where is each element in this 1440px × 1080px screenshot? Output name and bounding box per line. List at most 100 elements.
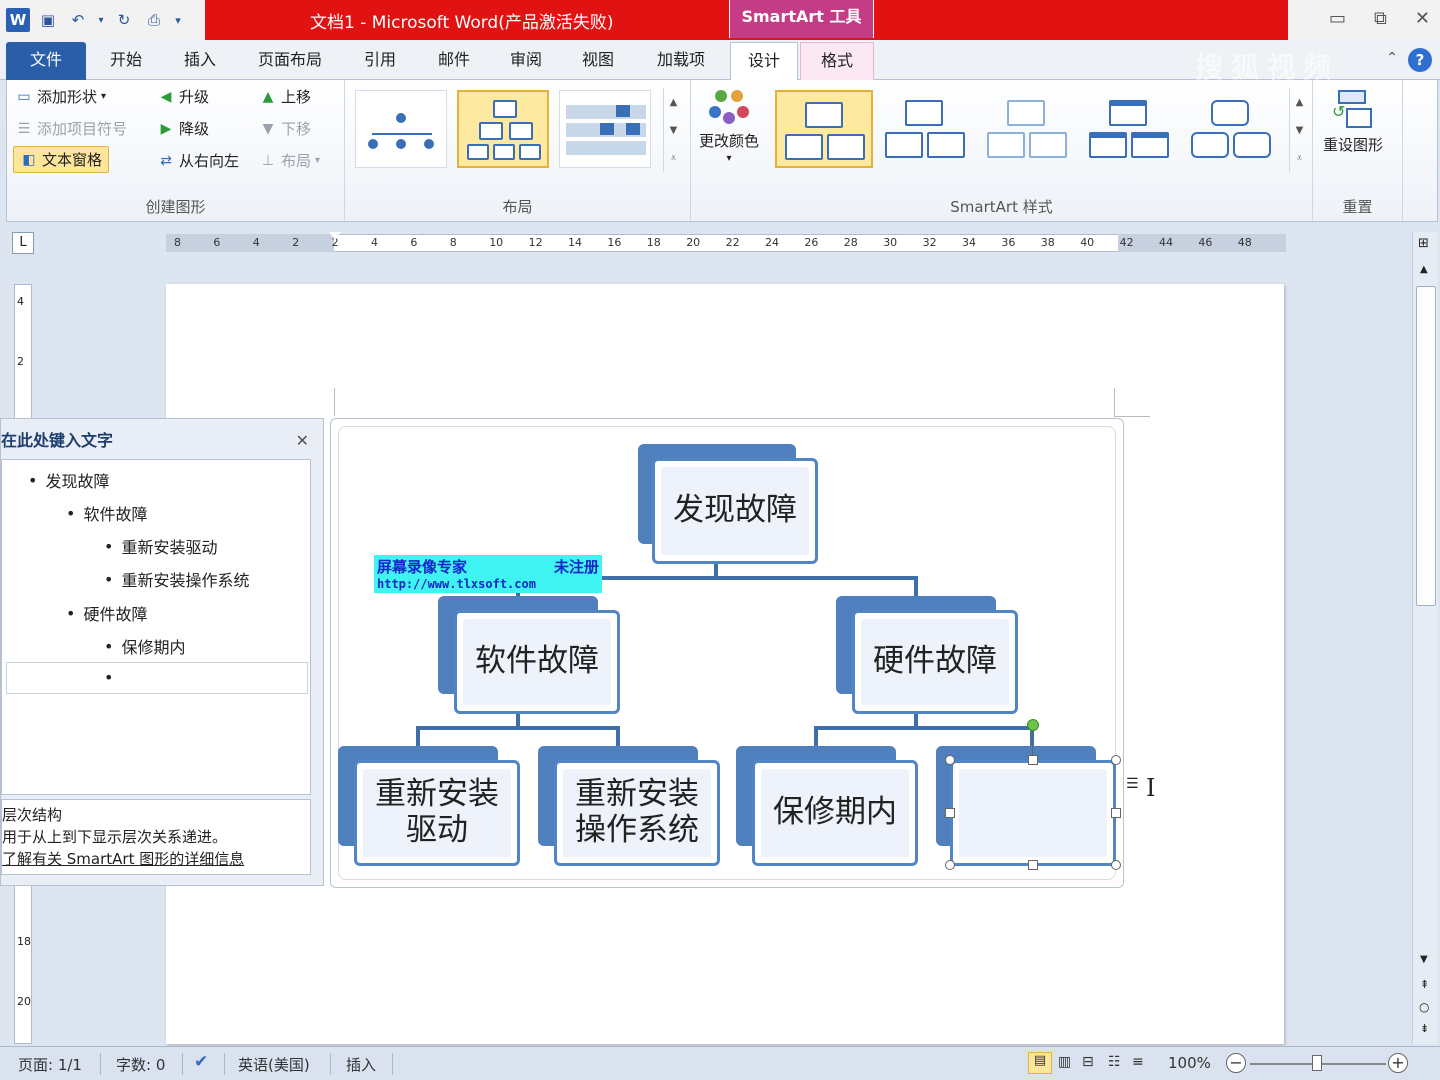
- next-page-icon[interactable]: ⇟: [1420, 1022, 1429, 1035]
- zoom-out-icon[interactable]: −: [1226, 1053, 1246, 1073]
- style-option-2[interactable]: [877, 90, 975, 168]
- minimize-icon[interactable]: ▭: [1329, 8, 1346, 29]
- indent-marker-icon[interactable]: [329, 232, 341, 256]
- undo-icon[interactable]: ↶: [66, 8, 90, 32]
- reading-view-icon[interactable]: ▥: [1058, 1054, 1071, 1070]
- draft-view-icon[interactable]: ≡: [1132, 1054, 1144, 1070]
- tab-mailings[interactable]: 邮件: [428, 42, 480, 80]
- proofing-check-icon[interactable]: ✔: [194, 1052, 208, 1072]
- node-reinstall-os[interactable]: 重新安装 操作系统: [554, 760, 720, 866]
- scroll-up-icon[interactable]: ▲: [670, 97, 678, 108]
- resize-handle-sw[interactable]: [945, 860, 955, 870]
- node-reinstall-driver[interactable]: 重新安装 驱动: [354, 760, 520, 866]
- move-up-button[interactable]: ▲ 上移: [259, 86, 311, 107]
- reset-graphic-button[interactable]: ↺ 重设图形: [1323, 88, 1383, 155]
- list-item-editing[interactable]: [104, 668, 113, 687]
- tab-format[interactable]: 格式: [800, 42, 874, 80]
- add-bullet-button[interactable]: ☰ 添加项目符号: [15, 118, 127, 139]
- add-shape-button[interactable]: ▭ 添加形状 ▾: [15, 86, 106, 107]
- customize-qat-icon[interactable]: ▾: [172, 8, 184, 32]
- tab-view[interactable]: 视图: [572, 42, 624, 80]
- outline-view-icon[interactable]: ☷: [1108, 1054, 1121, 1070]
- node-top[interactable]: 发现故障: [652, 458, 818, 564]
- insert-mode[interactable]: 插入: [346, 1054, 376, 1075]
- resize-handle-se[interactable]: [1111, 860, 1121, 870]
- restore-icon[interactable]: ⧉: [1374, 8, 1387, 29]
- help-icon[interactable]: ?: [1408, 48, 1432, 72]
- move-down-button[interactable]: ▼ 下移: [259, 118, 311, 139]
- layout-option-hierarchy-selected[interactable]: [457, 90, 549, 168]
- layout-option-labeled-hierarchy[interactable]: [559, 90, 651, 168]
- list-item[interactable]: 重新安装驱动: [104, 534, 217, 558]
- scroll-up-icon[interactable]: ▲: [1296, 97, 1304, 108]
- word-logo-icon[interactable]: W: [6, 8, 30, 32]
- resize-handle-nw[interactable]: [945, 755, 955, 765]
- tab-review[interactable]: 审阅: [500, 42, 552, 80]
- resize-handle-ne[interactable]: [1111, 755, 1121, 765]
- demote-button[interactable]: ▶ 降级: [157, 118, 209, 139]
- node-software[interactable]: 软件故障: [454, 610, 620, 714]
- scroll-up-icon[interactable]: ▲: [1420, 264, 1428, 275]
- minimize-ribbon-icon[interactable]: ⌃: [1386, 50, 1398, 66]
- zoom-level[interactable]: 100%: [1168, 1054, 1211, 1072]
- style-option-5[interactable]: [1183, 90, 1281, 168]
- save-icon[interactable]: ▣: [36, 8, 60, 32]
- resize-handle-e[interactable]: [1111, 808, 1121, 818]
- list-item[interactable]: 硬件故障: [66, 601, 147, 625]
- tab-references[interactable]: 引用: [354, 42, 406, 80]
- browse-object-icon[interactable]: ○: [1419, 1000, 1429, 1014]
- tab-selector[interactable]: L: [12, 232, 34, 254]
- styles-gallery-scroll[interactable]: ▲ ▼ ⩡: [1289, 88, 1309, 172]
- scroll-down-icon[interactable]: ▼: [1420, 954, 1428, 965]
- layouts-gallery-scroll[interactable]: ▲ ▼ ⩡: [663, 88, 683, 172]
- node-hardware[interactable]: 硬件故障: [852, 610, 1018, 714]
- print-preview-icon[interactable]: ⎙: [142, 8, 166, 32]
- page-count[interactable]: 页面: 1/1: [18, 1054, 82, 1075]
- zoom-slider-knob[interactable]: [1312, 1055, 1322, 1071]
- list-item[interactable]: 发现故障: [28, 468, 109, 492]
- layout-button[interactable]: ⊥ 布局 ▾: [259, 150, 320, 171]
- view-ruler-icon[interactable]: ⊞: [1418, 236, 1429, 251]
- right-to-left-button[interactable]: ⇄ 从右向左: [157, 150, 239, 171]
- tab-addins[interactable]: 加载项: [648, 42, 714, 80]
- close-icon[interactable]: ✕: [296, 431, 309, 450]
- layout-option-hierarchy-dots[interactable]: [355, 90, 447, 168]
- list-item[interactable]: 软件故障: [66, 501, 147, 525]
- learn-more-link[interactable]: 了解有关 SmartArt 图形的详细信息: [2, 848, 310, 870]
- scroll-thumb[interactable]: [1416, 286, 1436, 606]
- resize-handle-n[interactable]: [1028, 755, 1038, 765]
- layout-options-icon[interactable]: ☰: [1126, 776, 1139, 792]
- change-colors-button[interactable]: 更改颜色 ▾: [699, 88, 759, 164]
- resize-handle-w[interactable]: [945, 808, 955, 818]
- style-option-3[interactable]: [979, 90, 1077, 168]
- style-option-1[interactable]: [775, 90, 873, 168]
- tab-file[interactable]: 文件: [6, 42, 86, 80]
- style-option-4[interactable]: [1081, 90, 1179, 168]
- resize-handle-s[interactable]: [1028, 860, 1038, 870]
- list-item[interactable]: 重新安装操作系统: [104, 567, 249, 591]
- text-pane-button[interactable]: ◧ 文本窗格: [13, 146, 110, 173]
- text-pane-list[interactable]: 发现故障 软件故障 重新安装驱动 重新安装操作系统 硬件故障 保修期内: [1, 459, 311, 795]
- vertical-scrollbar[interactable]: ⊞ ▲ ▼ ⇞ ○ ⇟: [1412, 232, 1438, 1044]
- scroll-down-icon[interactable]: ▼: [670, 125, 678, 136]
- tab-insert[interactable]: 插入: [174, 42, 226, 80]
- close-icon[interactable]: ✕: [1415, 8, 1430, 29]
- scroll-down-icon[interactable]: ▼: [1296, 125, 1304, 136]
- tab-design[interactable]: 设计: [730, 42, 798, 80]
- web-layout-icon[interactable]: ⊟: [1082, 1054, 1094, 1070]
- undo-dropdown-icon[interactable]: ▾: [96, 8, 106, 32]
- gallery-more-icon[interactable]: ⩡: [671, 153, 677, 164]
- rotation-handle[interactable]: [1027, 719, 1039, 731]
- tab-page-layout[interactable]: 页面布局: [250, 42, 330, 80]
- print-layout-view-icon[interactable]: ▤: [1028, 1052, 1052, 1074]
- tab-home[interactable]: 开始: [100, 42, 152, 80]
- gallery-more-icon[interactable]: ⩡: [1297, 153, 1303, 164]
- language-indicator[interactable]: 英语(美国): [238, 1054, 310, 1075]
- list-item[interactable]: 保修期内: [104, 634, 185, 658]
- word-count[interactable]: 字数: 0: [116, 1054, 165, 1075]
- zoom-in-icon[interactable]: +: [1388, 1053, 1408, 1073]
- text-pane-edit-line[interactable]: [6, 662, 308, 694]
- node-warranty[interactable]: 保修期内: [752, 760, 918, 866]
- promote-button[interactable]: ◀ 升级: [157, 86, 209, 107]
- redo-icon[interactable]: ↻: [112, 8, 136, 32]
